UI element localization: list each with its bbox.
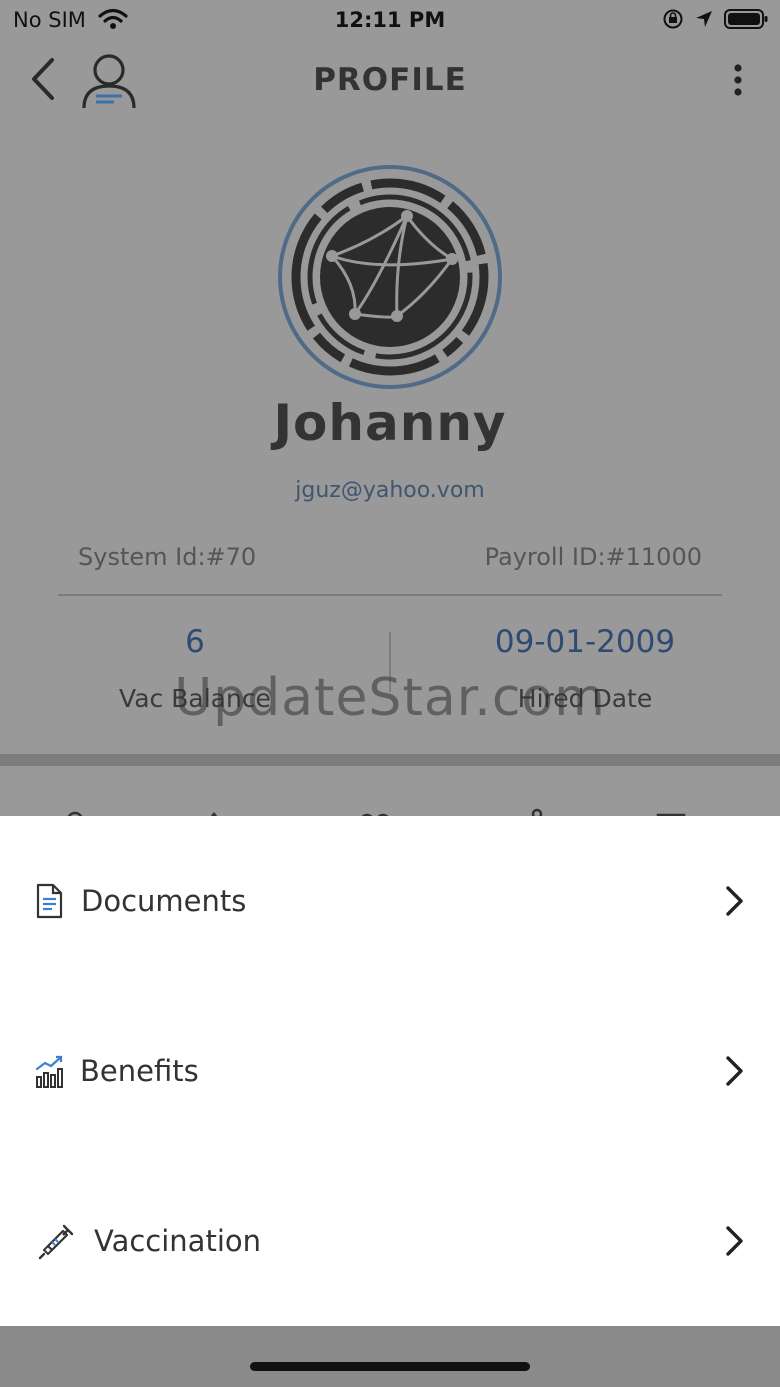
document-icon — [36, 883, 63, 919]
sheet-item-documents[interactable]: Documents — [0, 846, 780, 956]
chevron-right-icon — [726, 886, 743, 916]
tab-edit-icon — [210, 811, 218, 816]
section-separator — [0, 754, 780, 766]
tab-team-icon — [361, 813, 389, 816]
syringe-icon — [38, 1224, 74, 1260]
more-options-icon[interactable] — [726, 62, 750, 98]
sheet-item-vaccination[interactable]: Vaccination — [0, 1186, 780, 1296]
profile-page-dimmed: No SIM 12:11 PM PROFILE Johanny jguz@yah… — [0, 0, 780, 816]
location-icon — [696, 11, 712, 27]
home-indicator-area — [0, 1326, 780, 1387]
hired-date-value: 09-01-2009 — [494, 624, 676, 660]
rotation-lock-icon — [663, 9, 683, 29]
profile-name: Johanny — [273, 394, 507, 452]
status-icons — [662, 8, 768, 30]
divider — [58, 594, 722, 596]
action-sheet: Documents Benefits Vaccination — [0, 816, 780, 1326]
chevron-right-icon — [726, 1226, 743, 1256]
profile-email: jguz@yahoo.vom — [295, 478, 485, 503]
sheet-item-label: Benefits — [80, 1054, 199, 1088]
payroll-id: Payroll ID:#11000 — [484, 543, 702, 571]
chevron-right-icon — [726, 1056, 743, 1086]
status-bar: No SIM 12:11 PM — [0, 0, 780, 40]
avatar — [278, 165, 502, 389]
home-indicator[interactable] — [250, 1362, 530, 1371]
chart-icon — [35, 1055, 63, 1088]
tab-org-icon — [531, 808, 543, 816]
system-id: System Id:#70 — [78, 543, 257, 571]
tab-calendar-icon — [656, 813, 686, 816]
battery-icon — [724, 9, 768, 29]
sheet-item-label: Vaccination — [94, 1224, 262, 1258]
nav-bar: PROFILE — [0, 44, 780, 118]
watermark: UpdateStar.com — [174, 668, 606, 728]
sheet-item-label: Documents — [81, 884, 247, 918]
page-title: PROFILE — [313, 62, 467, 98]
tab-profile-icon — [67, 811, 83, 816]
vac-balance-value: 6 — [185, 624, 205, 660]
sheet-item-benefits[interactable]: Benefits — [0, 1016, 780, 1126]
